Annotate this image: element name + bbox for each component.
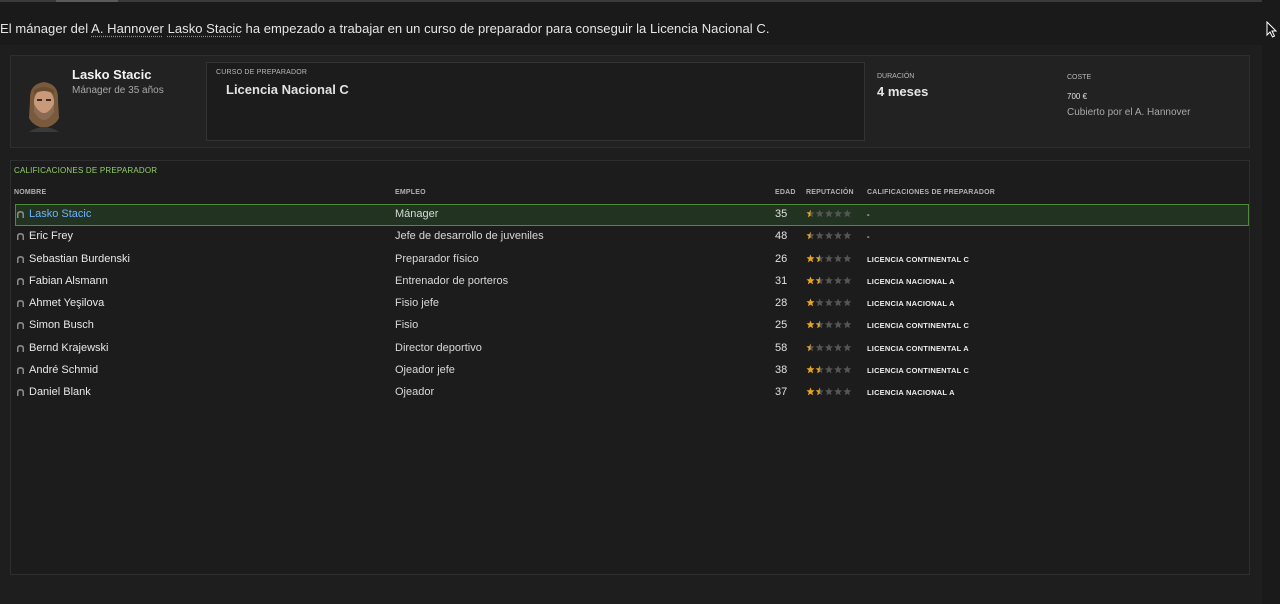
message-suffix: ha empezado a trabajar en un curso de pr… <box>241 21 770 36</box>
person-icon <box>17 322 24 330</box>
person-icon <box>17 277 24 285</box>
person-age: 38 <box>775 364 788 377</box>
person-qualification: LICENCIA NACIONAL A <box>867 276 955 286</box>
person-name[interactable]: Sebastian Burdenski <box>29 253 130 265</box>
course-box: CURSO DE PREPARADOR Licencia Nacional C <box>206 62 865 141</box>
reputation-stars <box>806 320 852 329</box>
person-age: 37 <box>775 386 788 399</box>
person-age: 58 <box>775 341 788 354</box>
person-name[interactable]: Daniel Blank <box>29 386 91 398</box>
table-row[interactable]: Lasko Stacic Mánager 35 - <box>15 204 1249 227</box>
person-age: 28 <box>775 297 788 310</box>
person-icon <box>17 300 24 308</box>
person-icon <box>17 255 24 263</box>
person-qualification: LICENCIA CONTINENTAL C <box>867 366 970 376</box>
person-name[interactable]: Fabian Alsmann <box>29 275 108 287</box>
person-qualification: LICENCIA CONTINENTAL C <box>867 321 970 331</box>
duration-label: DURACIÓN <box>877 73 915 80</box>
person-name[interactable]: André Schmid <box>29 364 98 376</box>
manager-link[interactable]: Lasko Stacic <box>168 21 242 36</box>
table-row[interactable]: Bernd Krajewski Director deportivo 58 LICEN… <box>15 338 1249 360</box>
person-icon <box>17 211 24 218</box>
manager-subtitle: Mánager de 35 años <box>72 85 164 96</box>
person-icon <box>17 389 24 397</box>
person-job: Entrenador de porteros <box>395 274 509 287</box>
person-qualification: LICENCIA CONTINENTAL C <box>867 254 970 264</box>
reputation-stars <box>806 298 852 307</box>
club-link[interactable]: A. Hannover <box>91 21 164 36</box>
person-age: 26 <box>775 252 788 265</box>
table-row[interactable]: Daniel Blank Ojeador 37 LICENCIA NACIONAL A <box>15 382 1249 404</box>
duration-value: 4 meses <box>877 84 929 99</box>
reputation-stars <box>806 209 852 218</box>
top-tab-stub[interactable] <box>56 0 118 2</box>
qualifications-table: CALIFICACIONES DE PREPARADOR NOMBRE EMPL… <box>10 160 1250 575</box>
person-name[interactable]: Ahmet Yeşilova <box>29 297 104 309</box>
manager-avatar[interactable] <box>25 78 63 132</box>
cost-note: Cubierto por el A. Hannover <box>1067 107 1191 118</box>
table-row[interactable]: Sebastian Burdenski Preparador físico 26 LI… <box>15 249 1249 271</box>
reputation-stars <box>806 365 852 374</box>
column-header-qualifications[interactable]: CALIFICACIONES DE PREPARADOR <box>867 189 995 196</box>
table-row[interactable]: André Schmid Ojeador jefe 38 LICENCIA CONTI… <box>15 360 1249 382</box>
person-icon <box>17 344 24 352</box>
reputation-stars <box>806 254 852 262</box>
column-header-job[interactable]: EMPLEO <box>395 189 426 196</box>
table-row[interactable]: Eric Frey Jefe de desarrollo de juveniles… <box>15 226 1249 248</box>
reputation-stars <box>806 231 852 240</box>
person-icon <box>17 233 24 241</box>
section-title: CALIFICACIONES DE PREPARADOR <box>14 166 158 175</box>
table-row[interactable]: Simon Busch Fisio 25 LICENCIA CONTINENTAL C <box>15 315 1249 337</box>
cost-label: COSTE <box>1067 74 1092 81</box>
top-bar <box>0 0 1262 2</box>
course-label: CURSO DE PREPARADOR <box>216 69 308 76</box>
course-value: Licencia Nacional C <box>226 82 349 97</box>
table-row[interactable]: Ahmet Yeşilova Fisio jefe 28 LICENCIA NACIO… <box>15 293 1249 315</box>
person-age: 48 <box>775 230 788 243</box>
person-qualification: LICENCIA NACIONAL A <box>867 299 955 309</box>
person-job: Mánager <box>395 208 439 220</box>
person-job: Ojeador <box>395 386 435 399</box>
person-name[interactable]: Lasko Stacic <box>29 208 91 220</box>
person-name[interactable]: Eric Frey <box>29 230 73 242</box>
person-age: 25 <box>775 319 788 332</box>
column-header-age[interactable]: EDAD <box>775 189 796 196</box>
course-summary-card: Lasko Stacic Mánager de 35 años CURSO DE… <box>10 55 1250 148</box>
cost-value: 700 € <box>1067 92 1088 101</box>
manager-name[interactable]: Lasko Stacic <box>72 67 152 82</box>
mouse-cursor-icon <box>1266 21 1278 38</box>
person-qualification: - <box>867 210 870 219</box>
table-row[interactable]: Fabian Alsmann Entrenador de porteros 31 LI… <box>15 271 1249 293</box>
person-job: Director deportivo <box>395 341 482 354</box>
reputation-stars <box>806 387 852 396</box>
reputation-stars <box>806 276 852 285</box>
person-age: 35 <box>775 208 788 220</box>
column-header-reputation[interactable]: REPUTACIÓN <box>806 189 854 196</box>
column-header-name[interactable]: NOMBRE <box>14 189 46 196</box>
person-job: Ojeador jefe <box>395 364 455 377</box>
person-name[interactable]: Bernd Krajewski <box>29 342 108 354</box>
person-name[interactable]: Simon Busch <box>29 319 94 331</box>
news-message: El mánager del A. Hannover Lasko Stacic … <box>0 21 770 36</box>
person-qualification: LICENCIA NACIONAL A <box>867 388 955 398</box>
table-body: Lasko Stacic Mánager 35 - Eric Frey Jefe de d… <box>11 204 1249 405</box>
person-job: Preparador físico <box>395 252 479 265</box>
person-job: Fisio jefe <box>395 297 440 310</box>
person-qualification: - <box>867 232 870 242</box>
reputation-stars <box>806 343 852 351</box>
person-qualification: LICENCIA CONTINENTAL A <box>867 343 969 353</box>
person-job: Jefe de desarrollo de juveniles <box>395 230 544 243</box>
person-job: Fisio <box>395 319 419 332</box>
person-icon <box>17 367 24 375</box>
person-age: 31 <box>775 274 788 287</box>
message-prefix: El mánager del <box>0 21 92 36</box>
